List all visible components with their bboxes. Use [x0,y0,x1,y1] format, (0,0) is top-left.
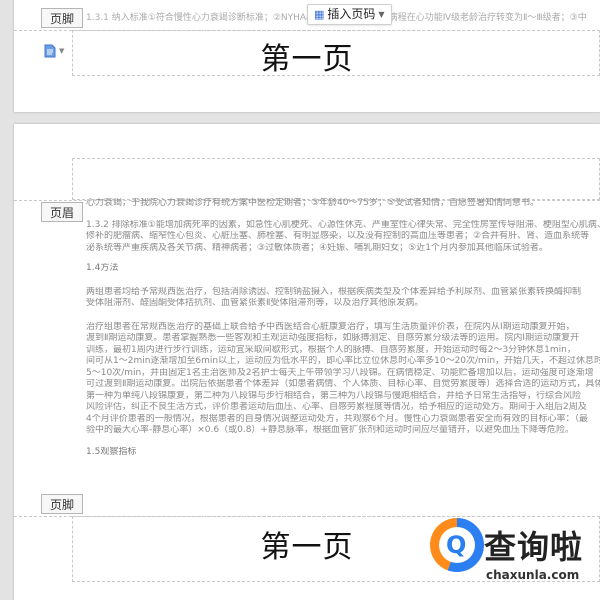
body-paragraph: 第一种为单纯八段锦康复，第二种为八段锦与步行相结合，第三种为八段锦与慢跑相结合，… [86,390,582,401]
body-paragraph: 泌系统等严重疾病及各关节病、精神病者；③过敏体质者；④妊娠、哺乳期妇女；⑤近1个… [86,242,548,253]
body-paragraph: 两组患者均给予常规西医治疗，包括消除诱因、控制钠盐摄入，根据疾病类型及个体差异给… [86,286,582,297]
logo-url: chaxunla.com [486,568,580,582]
section-heading: 1.5观察指标 [86,446,137,457]
body-paragraph: 可过渡到Ⅱ期运动康复。出院后依据患者个体差异（如患者病情、个人体质、目标心率、自… [86,379,600,389]
insert-page-number-label: 插入页码 [327,7,376,21]
footer-options-button[interactable]: ▼ [44,44,64,58]
site-watermark-logo: Q 查询啦 chaxunla.com [430,516,600,600]
body-paragraph: 1.3.2 排除标准①能增加病死率的因素，如急性心肌梗死、心源性休克、严重室性心… [86,219,600,230]
logo-glyph: Q [446,531,467,559]
body-paragraph: 间可从1～2min逐渐增加至6min以上，运动应为低水平的，即心率比立位休息时心… [86,356,600,366]
body-paragraph: 5～10次/min，并由固定1名主治医师及2名护士每天上午带领学习八段锦。在病情… [86,367,594,378]
body-paragraph: 训练，最初1周内进行步行训练，运动宜采取间歇形式，根据个人的脉搏、自感劳累度，开… [86,344,576,355]
body-paragraph: 修补的肥瘤病、缩窄性心包炎、心脏压塞、肺栓塞、有明显感染，以及没有控制的高血压等… [86,231,590,241]
header-label-tag[interactable]: 页眉 [41,202,83,222]
body-paragraph: 受体阻滞剂、醛固酮受体拮抗剂、血管紧张素Ⅱ受体阻滞剂等，以及治疗其他原发病。 [86,298,424,308]
section-heading: 1.4方法 [86,263,119,273]
page-number-icon: ▦ [314,8,325,21]
body-paragraph: 心力衰竭，于我院心力衰竭诊疗有统方案中医检定期者；③年龄40～75岁；⑤受试者知… [86,198,540,208]
footer-text[interactable]: 第一页 [14,34,600,78]
insert-page-number-button[interactable]: ▦ 插入页码 ▼ [307,4,392,25]
document-icon [44,44,56,58]
logo-name: 查询啦 [484,528,584,566]
document-body[interactable]: 心力衰竭，于我院心力衰竭诊疗有统方案中医检定期者；③年龄40～75岁；⑤受试者知… [86,198,600,470]
body-paragraph: 风险评估，纠正不良生活方式，评价患者运动后血压、心率、自感劳累程度等情况，给予相… [86,402,587,412]
footer-label-tag[interactable]: 页脚 [41,494,83,514]
body-paragraph: 治疗组患者在常规西医治疗的基础上联合给予中西医结合心脏康复治疗，填写生活质量评价… [86,321,575,332]
body-paragraph: 验中的最大心率-静息心率）×0.6（或0.8）+静息脉率，根据血管扩张剂和运动时… [86,425,574,435]
footer-label-tag[interactable]: 页脚 [41,8,83,28]
body-paragraph: 4个月评价患者的一般情况，根据患者的自身情况调整运动处方，共观察6个月。慢性心力… [86,413,588,424]
header-area[interactable] [72,158,600,200]
chevron-down-icon: ▼ [59,47,65,55]
body-paragraph: 渡到Ⅱ期运动康复。患者掌握熟悉一些客观和主观运动强度指标，如脉搏测定、自感劳累分… [86,333,580,343]
chevron-down-icon: ▼ [378,10,385,19]
